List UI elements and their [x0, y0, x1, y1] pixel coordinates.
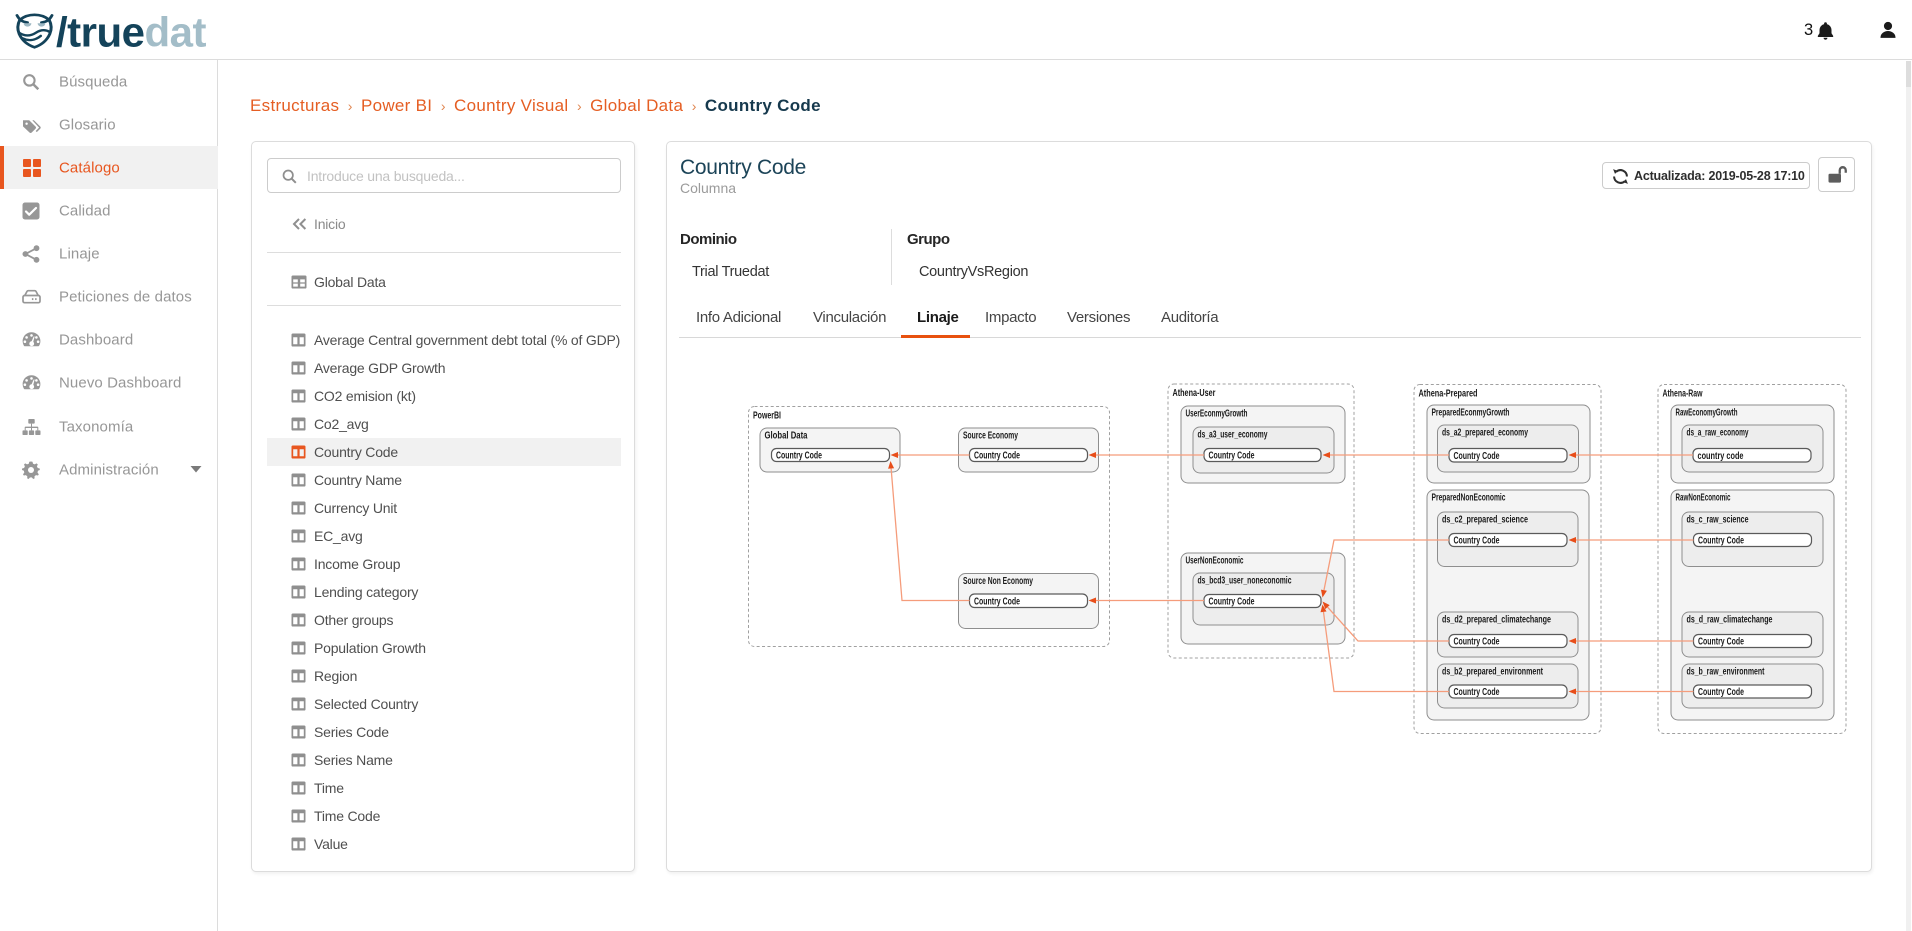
svg-text:ds_a2_prepared_economy: ds_a2_prepared_economy: [1442, 428, 1528, 439]
svg-text:Country Code: Country Code: [1209, 451, 1255, 462]
svg-text:Country Code: Country Code: [1454, 637, 1500, 648]
svg-text:Country Code: Country Code: [974, 596, 1020, 607]
svg-text:ds_c_raw_science: ds_c_raw_science: [1687, 515, 1749, 526]
svg-text:Country Code: Country Code: [974, 451, 1020, 462]
svg-text:ds_d2_prepared_climatechange: ds_d2_prepared_climatechange: [1442, 615, 1551, 626]
svg-text:country code: country code: [1698, 451, 1744, 462]
svg-text:Global Data: Global Data: [765, 431, 808, 442]
svg-text:UserNonEconomic: UserNonEconomic: [1186, 556, 1244, 567]
svg-text:Country Code: Country Code: [776, 451, 822, 462]
svg-text:/truedat: /truedat: [56, 10, 207, 52]
svg-text:Country Code: Country Code: [1209, 597, 1255, 608]
svg-text:Source Non Economy: Source Non Economy: [963, 576, 1033, 587]
svg-text:Country Code: Country Code: [1454, 687, 1500, 698]
svg-text:ds_b_raw_environment: ds_b_raw_environment: [1687, 667, 1766, 678]
svg-text:Source Economy: Source Economy: [963, 431, 1018, 442]
svg-text:ds_c2_prepared_science: ds_c2_prepared_science: [1442, 515, 1528, 526]
svg-text:ds_a3_user_economy: ds_a3_user_economy: [1198, 430, 1268, 441]
svg-text:Athena-User: Athena-User: [1173, 387, 1216, 399]
svg-text:Athena-Prepared: Athena-Prepared: [1419, 388, 1478, 400]
svg-text:PowerBI: PowerBI: [753, 410, 781, 422]
svg-text:Country Code: Country Code: [1698, 637, 1744, 648]
svg-text:ds_a_raw_economy: ds_a_raw_economy: [1687, 428, 1749, 439]
svg-text:Country Code: Country Code: [1698, 536, 1744, 547]
svg-text:PreparedNonEconomic: PreparedNonEconomic: [1432, 493, 1506, 504]
svg-text:ds_d_raw_climatechange: ds_d_raw_climatechange: [1687, 615, 1773, 626]
svg-text:ds_b2_prepared_environment: ds_b2_prepared_environment: [1442, 667, 1544, 678]
svg-text:RawEconomyGrowth: RawEconomyGrowth: [1676, 408, 1738, 419]
svg-text:Country Code: Country Code: [1698, 687, 1744, 698]
svg-text:UserEconmyGrowth: UserEconmyGrowth: [1186, 409, 1248, 420]
svg-text:Country Code: Country Code: [1454, 536, 1500, 547]
svg-text:Athena-Raw: Athena-Raw: [1663, 388, 1704, 400]
svg-text:Country Code: Country Code: [1454, 451, 1500, 462]
svg-text:PreparedEconmyGrowth: PreparedEconmyGrowth: [1432, 408, 1510, 419]
svg-text:RawNonEconomic: RawNonEconomic: [1676, 493, 1731, 504]
svg-text:ds_bcd3_user_noneconomic: ds_bcd3_user_noneconomic: [1198, 576, 1292, 587]
